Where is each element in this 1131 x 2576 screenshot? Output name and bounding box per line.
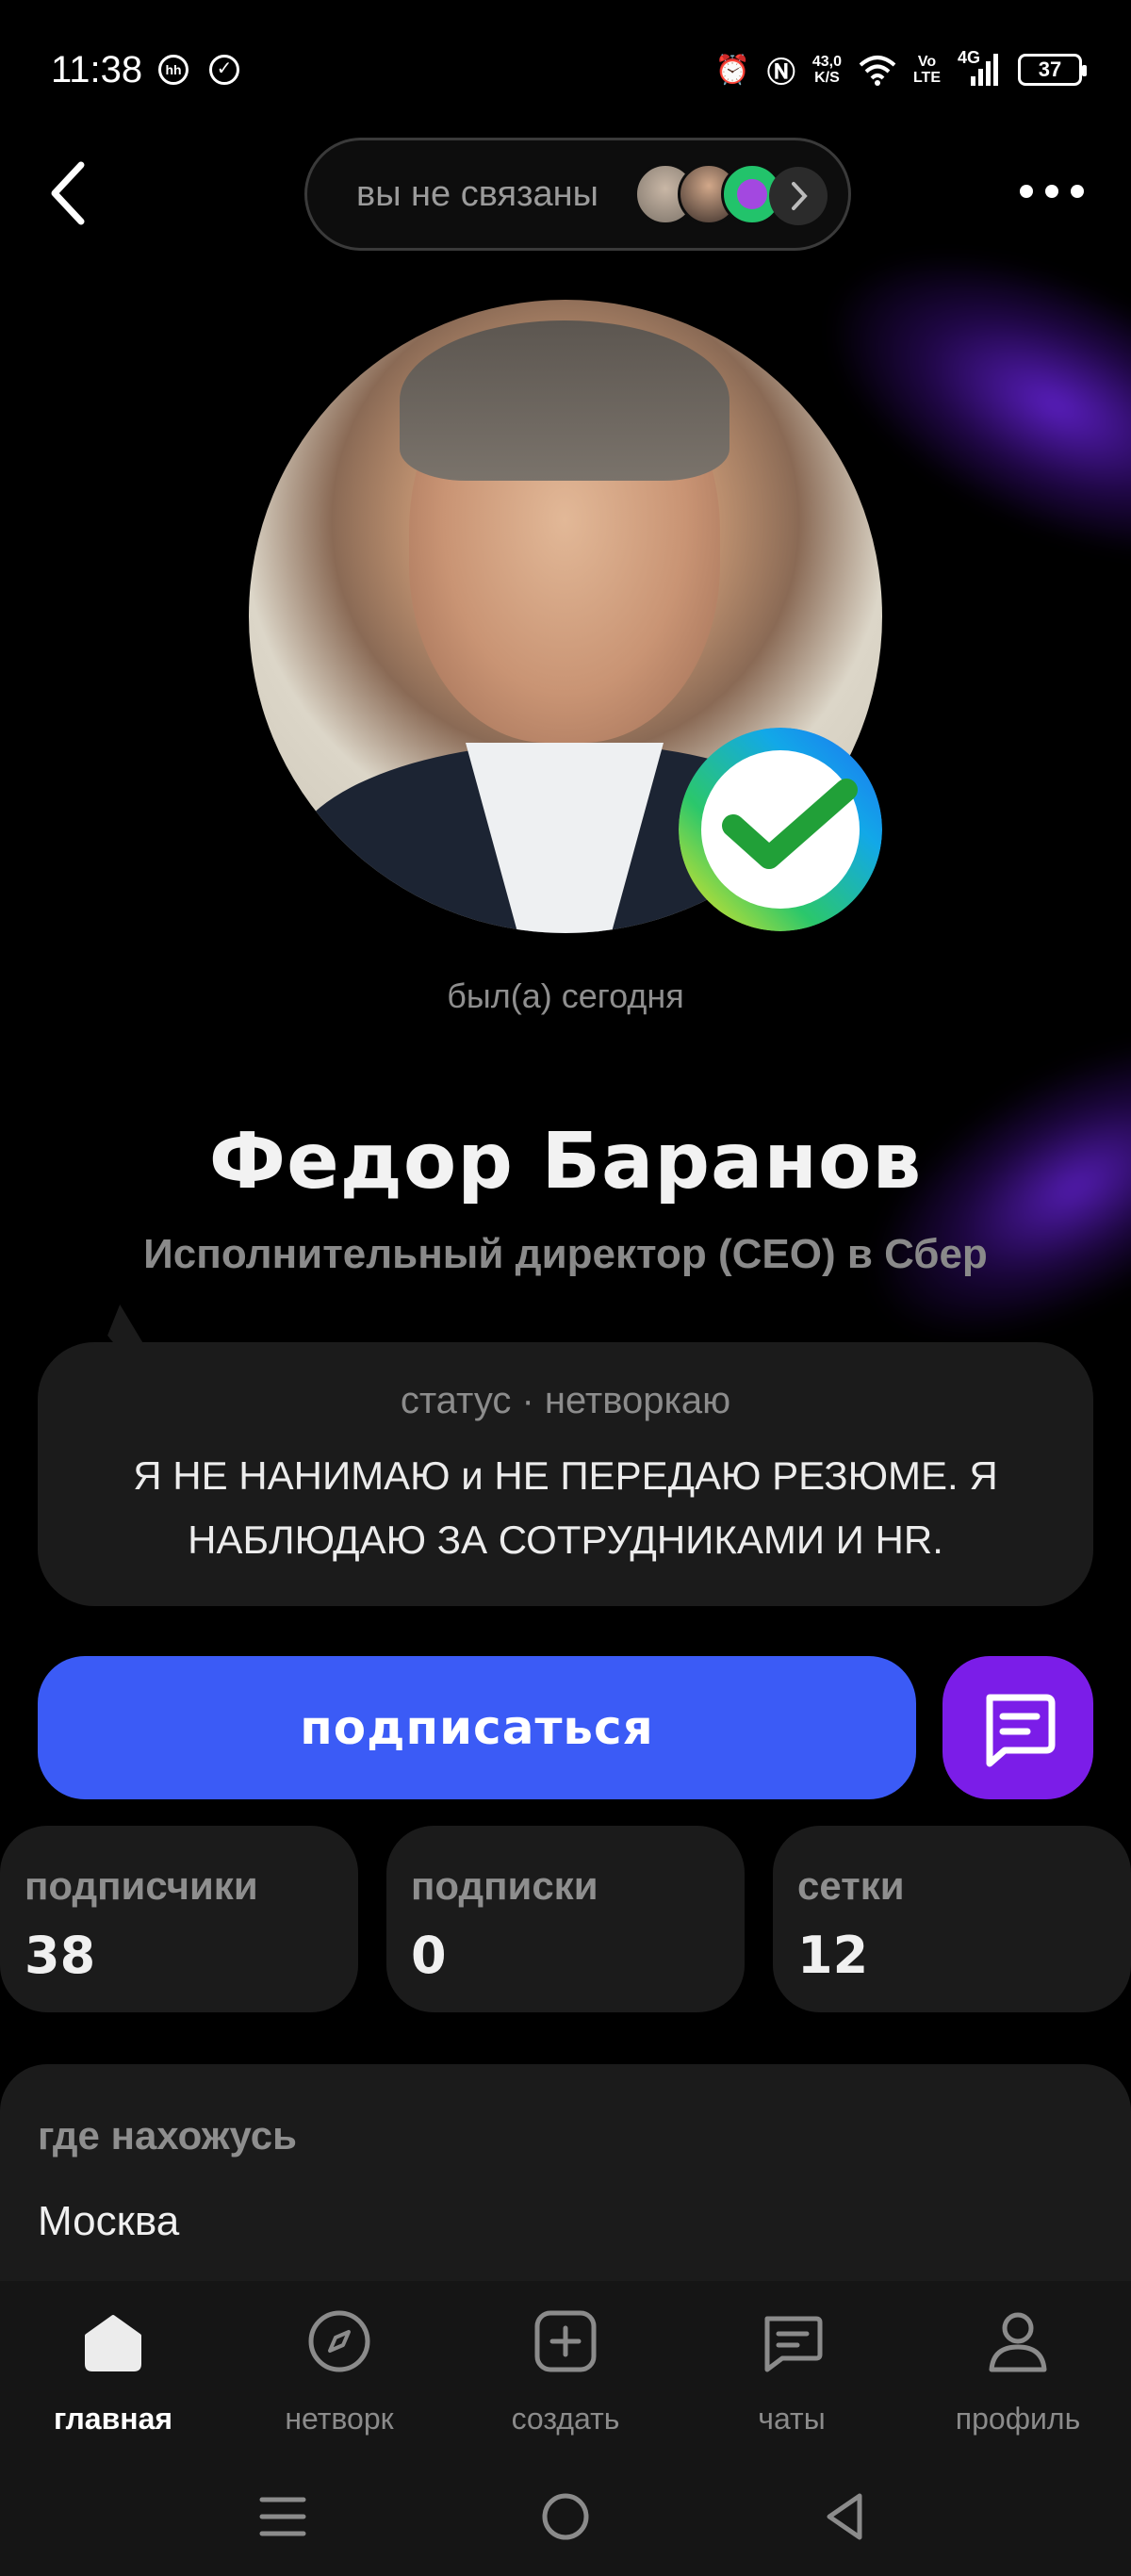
stat-label: подписки bbox=[411, 1863, 598, 1908]
nfc-icon: Ⓝ bbox=[766, 57, 795, 89]
net-speed: 43,0 K/S bbox=[812, 54, 842, 86]
status-bar: 11:38 hh ✓ ⏰ Ⓝ 43,0 K/S Vo LTE 4G 37 bbox=[0, 0, 1131, 141]
status-card: статус · нетворкаю Я НЕ НАНИМАЮ и НЕ ПЕР… bbox=[38, 1342, 1093, 1606]
home-circle-icon[interactable] bbox=[537, 2488, 594, 2545]
battery-indicator: 37 bbox=[1018, 54, 1087, 86]
hh-icon: hh bbox=[158, 55, 188, 85]
stat-value: 12 bbox=[797, 1926, 869, 1985]
nav-label: профиль bbox=[955, 2402, 1081, 2436]
check-circle-icon: ✓ bbox=[209, 55, 239, 85]
status-time: 11:38 bbox=[51, 49, 143, 90]
stat-followers[interactable]: подписчики 38 bbox=[0, 1826, 358, 2012]
last-seen-text: был(а) сегодня bbox=[447, 976, 684, 1015]
volte-line1: Vo bbox=[917, 54, 937, 70]
connection-pill[interactable]: вы не связаны bbox=[304, 138, 851, 251]
compass-icon bbox=[308, 2310, 370, 2372]
sber-verified-badge-icon bbox=[679, 728, 882, 931]
menu-icon[interactable] bbox=[254, 2488, 311, 2545]
stat-label: сетки bbox=[797, 1863, 905, 1908]
nav-label: чаты bbox=[758, 2402, 826, 2436]
nav-item-chats[interactable]: чаты bbox=[697, 2307, 886, 2449]
volte-indicator: Vo LTE bbox=[913, 54, 941, 86]
more-options-button[interactable] bbox=[1020, 185, 1084, 204]
plus-square-icon bbox=[534, 2310, 597, 2372]
avatar-hair bbox=[400, 320, 729, 481]
message-button[interactable] bbox=[942, 1656, 1093, 1799]
back-triangle-icon[interactable] bbox=[818, 2488, 875, 2545]
net-speed-unit: K/S bbox=[814, 70, 840, 86]
connection-text: вы не связаны bbox=[356, 173, 598, 214]
devil-emoji-icon bbox=[737, 179, 767, 209]
nav-item-network[interactable]: нетворк bbox=[245, 2307, 434, 2449]
location-label: где нахожусь bbox=[38, 2113, 297, 2158]
chat-icon bbox=[764, 2316, 823, 2372]
more-dot bbox=[1020, 185, 1033, 198]
subscribe-button[interactable]: подписаться bbox=[38, 1656, 916, 1799]
nav-label: главная bbox=[53, 2402, 173, 2436]
chevron-left-icon bbox=[51, 161, 85, 225]
nav-label: создать bbox=[511, 2402, 620, 2436]
mutual-avatars bbox=[634, 163, 785, 225]
more-dot bbox=[1045, 185, 1058, 198]
wifi-icon bbox=[859, 56, 896, 86]
stat-value: 0 bbox=[411, 1926, 447, 1985]
signal-icon: 4G bbox=[958, 48, 1001, 88]
nav-label: нетворк bbox=[285, 2402, 394, 2436]
stat-value: 38 bbox=[25, 1926, 96, 1985]
status-icons: ⏰ Ⓝ 43,0 K/S Vo LTE 4G 37 bbox=[714, 48, 1087, 90]
home-icon bbox=[85, 2315, 141, 2371]
more-dot bbox=[1071, 185, 1084, 198]
nav-item-profile[interactable]: профиль bbox=[924, 2307, 1112, 2449]
profile-name: Федор Баранов bbox=[208, 1117, 923, 1206]
alarm-icon: ⏰ bbox=[714, 54, 750, 86]
location-value: Москва bbox=[38, 2198, 180, 2244]
chevron-right-icon bbox=[792, 182, 808, 210]
net-speed-value: 43,0 bbox=[811, 54, 842, 70]
nav-item-home[interactable]: главная bbox=[19, 2307, 207, 2449]
nav-item-create[interactable]: создать bbox=[471, 2307, 660, 2449]
stat-following[interactable]: подписки 0 bbox=[386, 1826, 745, 2012]
volte-line2: LTE bbox=[912, 70, 941, 86]
status-text: Я НЕ НАНИМАЮ и НЕ ПЕРЕДАЮ РЕЗЮМЕ. Я НАБЛ… bbox=[133, 1453, 998, 1562]
status-label: статус · нетворкаю bbox=[400, 1380, 731, 1421]
pill-arrow-button[interactable] bbox=[769, 167, 828, 225]
person-icon bbox=[989, 2312, 1047, 2372]
chat-icon bbox=[986, 1694, 1056, 1767]
location-card: где нахожусь Москва bbox=[0, 2064, 1131, 2309]
profile-position: Исполнительный директор (CEO) в Сбер bbox=[143, 1231, 988, 1277]
back-button[interactable] bbox=[38, 156, 104, 231]
stat-label: подписчики bbox=[25, 1863, 258, 1908]
stat-networks[interactable]: сетки 12 bbox=[773, 1826, 1131, 2012]
